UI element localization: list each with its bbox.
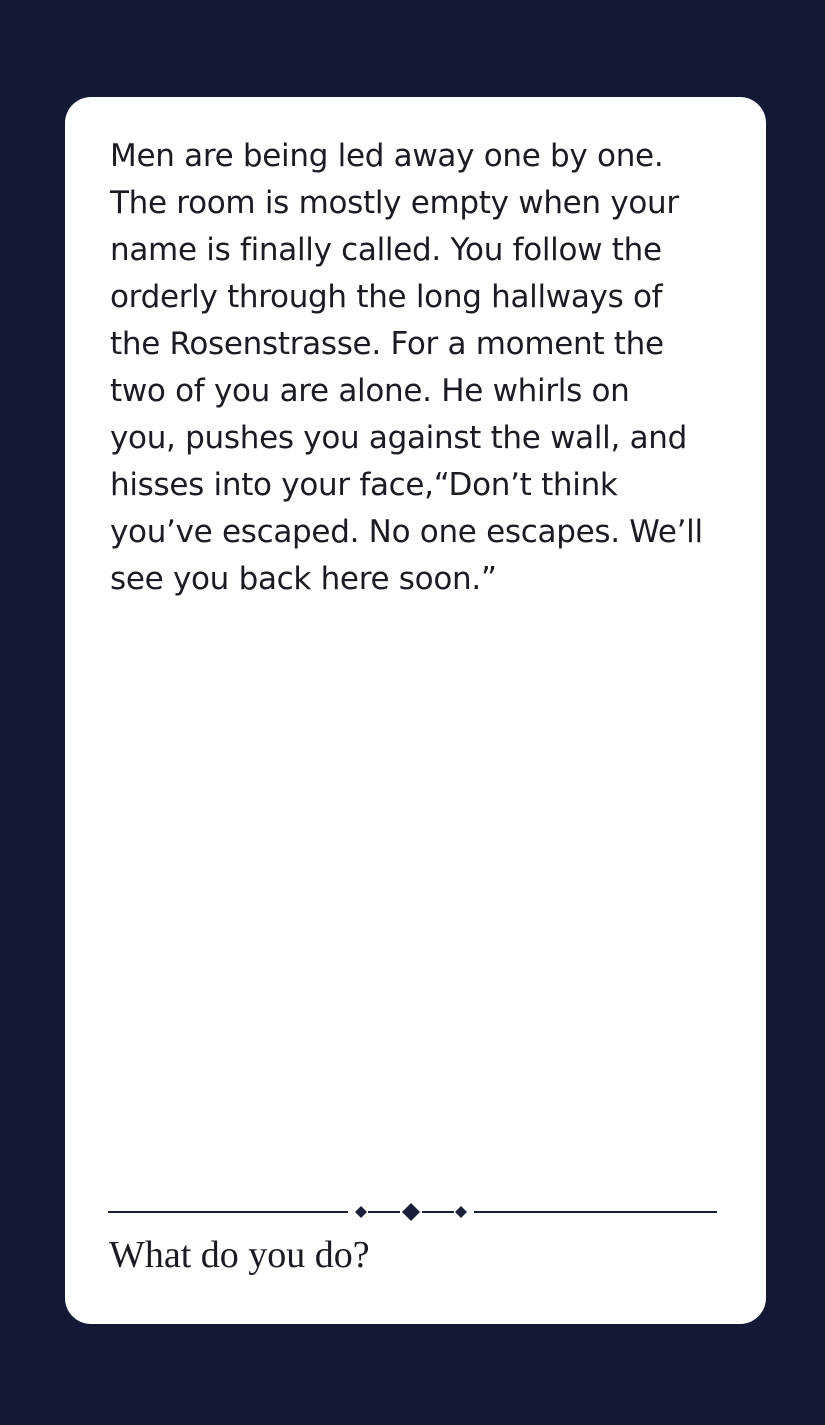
diamond-ornament-icon <box>108 1203 717 1221</box>
choice-prompt: What do you do? <box>109 1234 370 1276</box>
story-text: Men are being led away one by one. The r… <box>110 138 703 597</box>
ornament-divider <box>108 1200 717 1224</box>
game-screen: Men are being led away one by one. The r… <box>0 0 825 1425</box>
story-card: Men are being led away one by one. The r… <box>65 97 766 1324</box>
